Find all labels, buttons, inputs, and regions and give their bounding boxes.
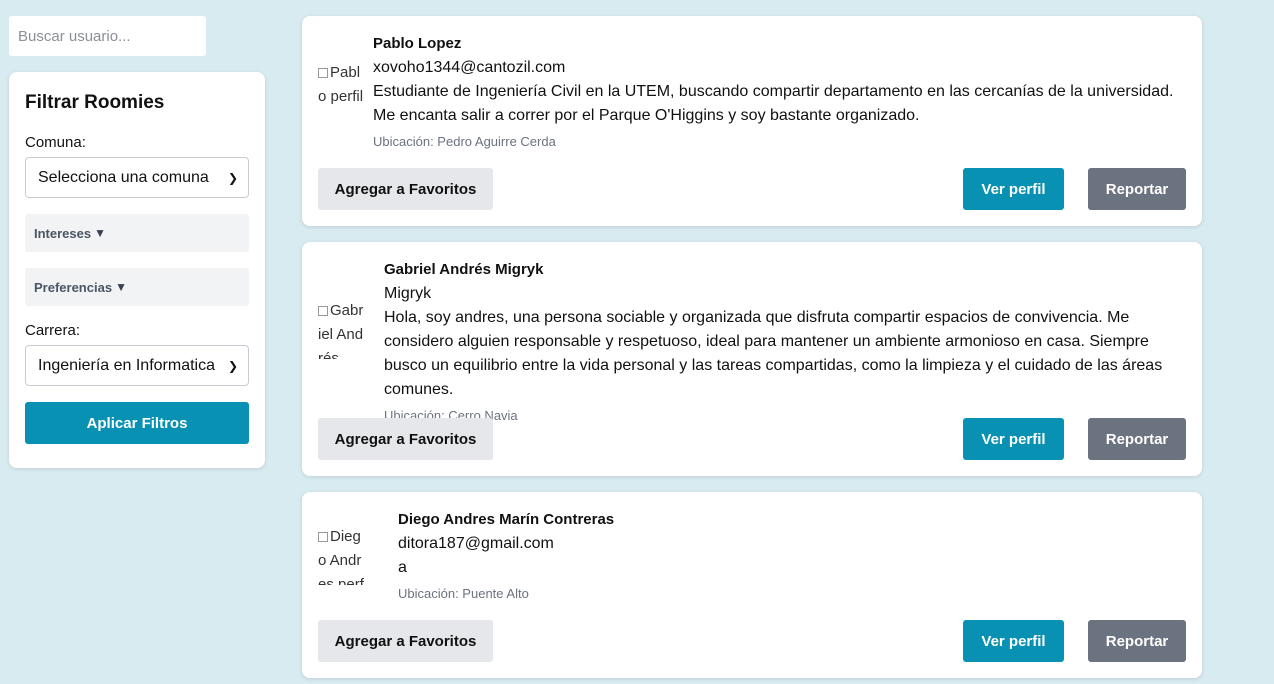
view-profile-button[interactable]: Ver perfil: [963, 418, 1064, 460]
user-email: ditora187@gmail.com: [398, 535, 554, 552]
chevron-down-icon: ❯: [227, 358, 238, 373]
intereses-toggle[interactable]: Intereses ▼: [25, 214, 249, 252]
comuna-select[interactable]: Selecciona una comuna ❯: [25, 157, 249, 198]
report-button[interactable]: Reportar: [1088, 168, 1186, 210]
user-email: xovoho1344@cantozil.com: [373, 59, 566, 76]
user-info: Gabriel Andrés Migryk Migryk Hola, soy a…: [384, 258, 1190, 428]
avatar: Diego Andres perfil: [318, 528, 364, 585]
carrera-label: Carrera:: [25, 322, 81, 339]
broken-image-icon: [318, 532, 328, 543]
add-favorite-button[interactable]: Agregar a Favoritos: [318, 418, 493, 460]
search-input[interactable]: [9, 16, 206, 56]
broken-image-icon: [318, 68, 328, 79]
user-info: Pablo Lopez xovoho1344@cantozil.com Estu…: [373, 32, 1188, 154]
avatar: Pablo perfil: [318, 64, 364, 105]
add-favorite-button[interactable]: Agregar a Favoritos: [318, 168, 493, 210]
broken-image-icon: [318, 306, 328, 317]
avatar: Gabriel Andrés: [318, 302, 364, 359]
filter-panel: Filtrar Roomies Comuna: Selecciona una c…: [9, 72, 265, 468]
user-card: Diego Andres perfil Diego Andres Marín C…: [302, 492, 1202, 678]
chevron-down-icon: ❯: [227, 170, 238, 185]
user-name: Diego Andres Marín Contreras: [398, 511, 615, 528]
carrera-select-value: Ingeniería en Informatica: [38, 356, 215, 374]
filter-title: Filtrar Roomies: [25, 92, 165, 113]
user-bio: Estudiante de Ingeniería Civil en la UTE…: [373, 83, 1174, 124]
user-bio: Hola, soy andres, una persona sociable y…: [384, 309, 1163, 398]
add-favorite-button[interactable]: Agregar a Favoritos: [318, 620, 493, 662]
view-profile-button[interactable]: Ver perfil: [963, 168, 1064, 210]
view-profile-button[interactable]: Ver perfil: [963, 620, 1064, 662]
user-location: Ubicación: Cerro Navia: [384, 408, 518, 423]
preferencias-toggle[interactable]: Preferencias ▼: [25, 268, 249, 306]
apply-filters-button[interactable]: Aplicar Filtros: [25, 402, 249, 444]
user-name: Pablo Lopez: [373, 35, 462, 52]
user-bio: a: [398, 559, 407, 576]
report-button[interactable]: Reportar: [1088, 620, 1186, 662]
triangle-down-icon: ▼: [115, 280, 127, 294]
user-location: Ubicación: Pedro Aguirre Cerda: [373, 134, 556, 149]
report-button[interactable]: Reportar: [1088, 418, 1186, 460]
user-card: Pablo perfil Pablo Lopez xovoho1344@cant…: [302, 16, 1202, 226]
intereses-label: Intereses: [34, 225, 92, 241]
comuna-label: Comuna:: [25, 134, 86, 151]
triangle-down-icon: ▼: [94, 226, 106, 240]
user-info: Diego Andres Marín Contreras ditora187@g…: [398, 508, 1188, 606]
user-subtitle: Migryk: [384, 285, 432, 302]
user-card: Gabriel Andrés Gabriel Andrés Migryk Mig…: [302, 242, 1202, 476]
carrera-select[interactable]: Ingeniería en Informatica ❯: [25, 345, 249, 386]
comuna-select-value: Selecciona una comuna: [38, 168, 209, 186]
user-name: Gabriel Andrés Migryk: [384, 261, 544, 278]
user-location: Ubicación: Puente Alto: [398, 586, 529, 601]
preferencias-label: Preferencias: [34, 279, 113, 295]
